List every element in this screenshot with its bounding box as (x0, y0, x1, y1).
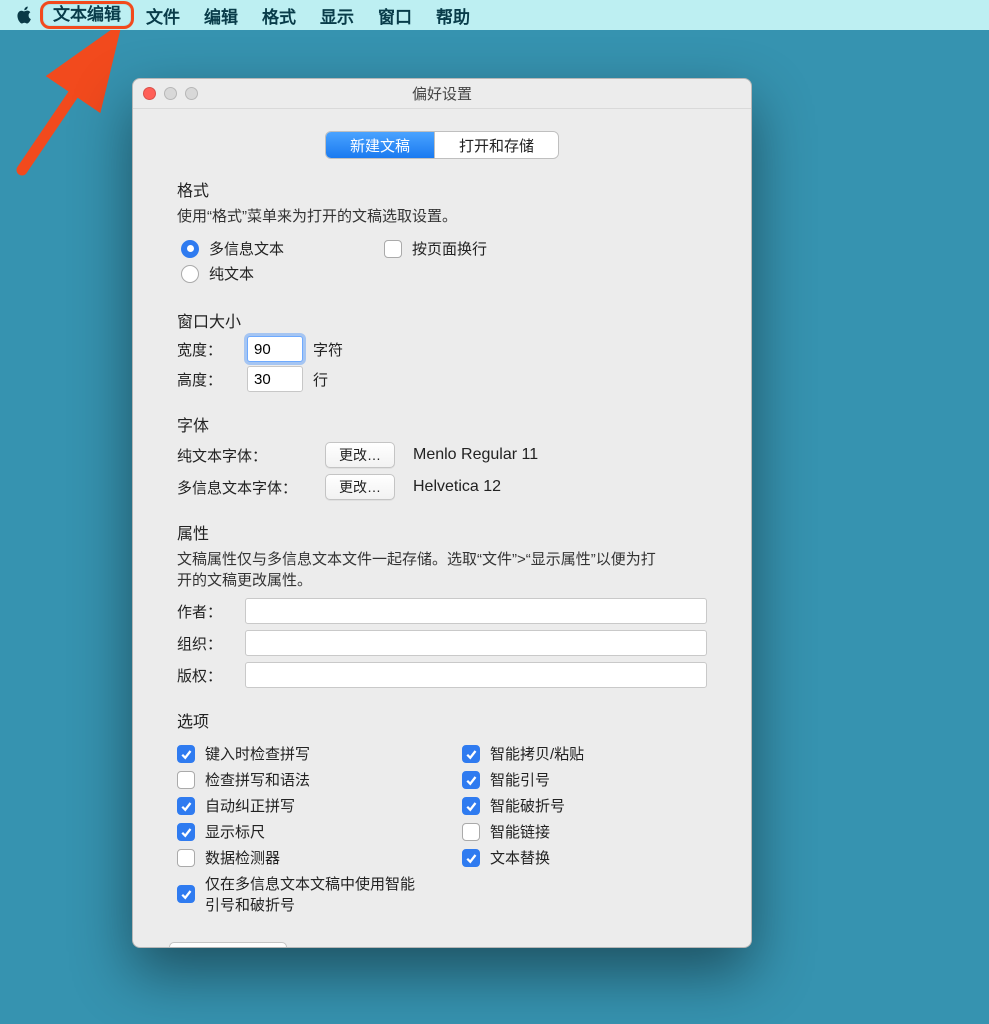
section-windowsize-title: 窗口大小 (177, 308, 707, 332)
menu-window[interactable]: 窗口 (366, 1, 424, 30)
org-input[interactable] (245, 630, 707, 656)
minimize-button[interactable] (164, 87, 177, 100)
radio-rich-text-label: 多信息文本 (209, 238, 284, 259)
tab-open-save[interactable]: 打开和存储 (435, 132, 558, 158)
width-input[interactable] (247, 336, 303, 362)
checkbox-data-detectors-label: 数据检测器 (205, 847, 280, 868)
tabs: 新建文稿 打开和存储 (133, 131, 751, 159)
checkbox-smart-dashes-label: 智能破折号 (490, 795, 565, 816)
checkbox-wrap-to-page[interactable] (384, 240, 402, 258)
checkbox-text-replacement[interactable] (462, 849, 480, 867)
checkbox-smart-links[interactable] (462, 823, 480, 841)
checkbox-check-spelling-label: 键入时检查拼写 (205, 743, 310, 764)
checkbox-wrap-to-page-label: 按页面换行 (412, 238, 487, 259)
checkbox-smart-rich-only-label: 仅在多信息文本文稿中使用智能引号和破折号 (205, 873, 422, 915)
section-format-title: 格式 (177, 177, 707, 201)
plain-font-value: Menlo Regular 11 (413, 446, 538, 464)
radio-plain-text[interactable] (181, 265, 199, 283)
menu-file[interactable]: 文件 (134, 1, 192, 30)
copyright-input[interactable] (245, 662, 707, 688)
menu-format[interactable]: 格式 (250, 1, 308, 30)
checkbox-smart-links-label: 智能链接 (490, 821, 550, 842)
plain-font-label: 纯文本字体： (177, 445, 307, 466)
traffic-lights (143, 87, 198, 100)
section-properties-desc: 文稿属性仅与多信息文本文件一起存储。选取“文件”>“显示属性”以便为打开的文稿更… (177, 548, 657, 590)
menu-textedit[interactable]: 文本编辑 (40, 1, 134, 29)
copyright-label: 版权： (177, 665, 231, 686)
rich-font-label: 多信息文本字体： (177, 477, 307, 498)
checkbox-data-detectors[interactable] (177, 849, 195, 867)
restore-defaults-button[interactable]: 恢复所有默认 (169, 942, 287, 947)
checkbox-autocorrect-label: 自动纠正拼写 (205, 795, 295, 816)
section-properties-title: 属性 (177, 520, 707, 544)
org-label: 组织： (177, 633, 231, 654)
change-plain-font-button[interactable]: 更改… (325, 442, 395, 468)
checkbox-check-grammar[interactable] (177, 771, 195, 789)
menu-help[interactable]: 帮助 (424, 1, 482, 30)
checkbox-check-grammar-label: 检查拼写和语法 (205, 769, 310, 790)
zoom-button[interactable] (185, 87, 198, 100)
checkbox-autocorrect[interactable] (177, 797, 195, 815)
preferences-window: 偏好设置 新建文稿 打开和存储 格式 使用“格式”菜单来为打开的文稿选取设置。 … (132, 78, 752, 948)
change-rich-font-button[interactable]: 更改… (325, 474, 395, 500)
radio-rich-text[interactable] (181, 240, 199, 258)
menu-edit[interactable]: 编辑 (192, 1, 250, 30)
radio-plain-text-label: 纯文本 (209, 263, 254, 284)
checkbox-smart-copy-paste-label: 智能拷贝/粘贴 (490, 743, 584, 764)
menu-view[interactable]: 显示 (308, 1, 366, 30)
rich-font-value: Helvetica 12 (413, 478, 501, 496)
section-format-desc: 使用“格式”菜单来为打开的文稿选取设置。 (177, 205, 707, 226)
height-unit: 行 (313, 369, 328, 390)
window-title: 偏好设置 (133, 83, 751, 104)
checkbox-smart-rich-only[interactable] (177, 885, 195, 903)
checkbox-smart-quotes-label: 智能引号 (490, 769, 550, 790)
apple-menu[interactable] (10, 6, 40, 24)
author-input[interactable] (245, 598, 707, 624)
height-input[interactable] (247, 366, 303, 392)
menubar: 文本编辑 文件 编辑 格式 显示 窗口 帮助 (0, 0, 989, 30)
close-button[interactable] (143, 87, 156, 100)
checkbox-text-replacement-label: 文本替换 (490, 847, 550, 868)
checkbox-show-ruler-label: 显示标尺 (205, 821, 265, 842)
checkbox-smart-copy-paste[interactable] (462, 745, 480, 763)
checkbox-smart-dashes[interactable] (462, 797, 480, 815)
width-unit: 字符 (313, 339, 343, 360)
section-options-title: 选项 (177, 708, 707, 732)
checkbox-show-ruler[interactable] (177, 823, 195, 841)
width-label: 宽度： (177, 339, 237, 360)
height-label: 高度： (177, 369, 237, 390)
author-label: 作者： (177, 601, 231, 622)
titlebar: 偏好设置 (133, 79, 751, 109)
checkbox-smart-quotes[interactable] (462, 771, 480, 789)
section-font-title: 字体 (177, 412, 707, 436)
tab-new-document[interactable]: 新建文稿 (326, 132, 435, 158)
checkbox-check-spelling[interactable] (177, 745, 195, 763)
